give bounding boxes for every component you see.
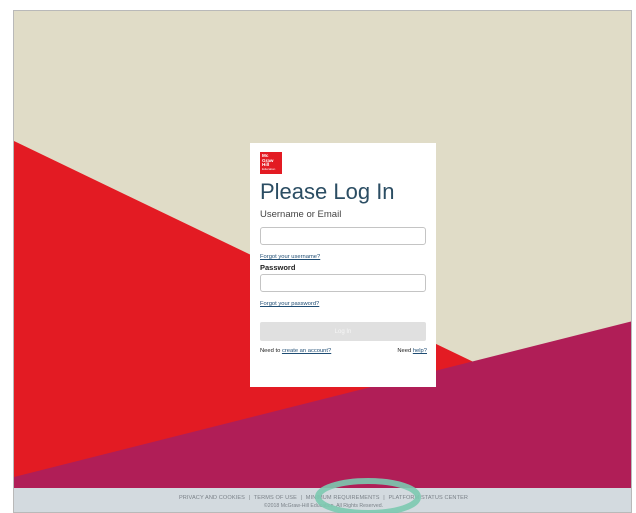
create-account-text: Need to create an account? [260, 348, 332, 354]
password-field[interactable] [260, 274, 426, 292]
help-text: Need help? [397, 348, 427, 354]
copyright-text: ©2018 McGraw-Hill Education. All Rights … [263, 503, 384, 509]
password-label: Password [260, 263, 296, 272]
page-frame: Mc Graw Hill Education Please Log In Use… [13, 10, 632, 513]
footer-separator: | [383, 495, 385, 501]
forgot-password-link[interactable]: Forgot your password? [260, 301, 319, 307]
account-help-row: Need to create an account? Need help? [260, 348, 427, 357]
forgot-username-link[interactable]: Forgot your username? [260, 254, 320, 260]
mcgraw-hill-logo: Mc Graw Hill Education [260, 152, 282, 174]
footer-links: PRIVACY AND COOKIES | TERMS OF USE | MIN… [14, 495, 631, 502]
page-title: Please Log In [260, 179, 395, 204]
footer-separator: | [300, 495, 303, 501]
create-account-link[interactable]: create an account? [282, 348, 331, 354]
footer-link-privacy[interactable]: PRIVACY AND COOKIES [179, 495, 245, 501]
footer-link-platform-status[interactable]: PLATFORM STATUS CENTER [388, 495, 468, 501]
footer-link-minimum-requirements[interactable]: MINIMUM REQUIREMENTS [306, 495, 380, 501]
footer-link-terms[interactable]: TERMS OF USE [254, 495, 297, 501]
username-label: Username or Email [260, 209, 342, 220]
help-link[interactable]: help? [413, 348, 427, 354]
footer: PRIVACY AND COOKIES | TERMS OF USE | MIN… [14, 488, 631, 512]
login-button[interactable]: Log In [260, 322, 426, 341]
footer-separator: | [248, 495, 251, 501]
username-field[interactable] [260, 227, 426, 245]
login-card: Mc Graw Hill Education Please Log In Use… [250, 143, 436, 387]
